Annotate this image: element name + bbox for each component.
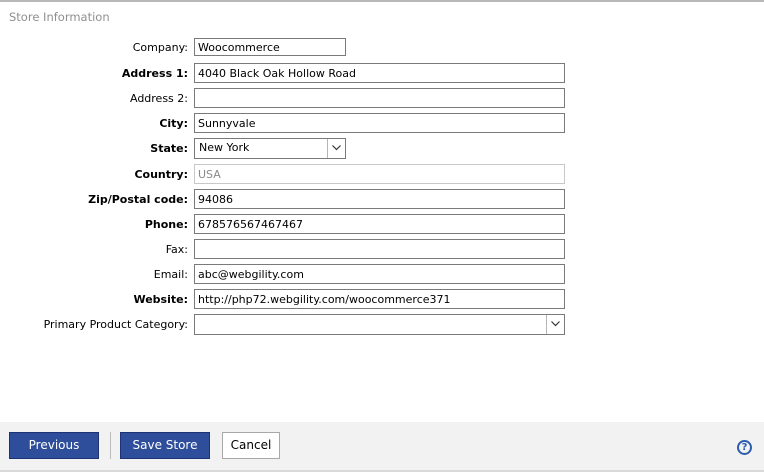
email-label: Email: (153, 268, 188, 281)
address2-input[interactable] (194, 88, 565, 108)
address1-input[interactable] (194, 63, 565, 83)
category-label: Primary Product Category: (43, 318, 188, 331)
address1-label: Address 1: (121, 67, 188, 80)
button-divider (110, 432, 111, 459)
country-input (194, 164, 565, 184)
phone-input[interactable] (194, 214, 565, 234)
top-border (0, 0, 764, 2)
state-select[interactable]: New York (194, 138, 346, 159)
chevron-down-icon (551, 321, 560, 327)
city-label: City: (159, 117, 188, 130)
state-dropdown-button[interactable] (327, 139, 345, 158)
city-input[interactable] (194, 113, 565, 133)
website-label: Website: (133, 293, 188, 306)
cancel-button[interactable]: Cancel (222, 432, 280, 459)
company-input[interactable] (194, 38, 346, 56)
address2-label: Address 2: (129, 92, 188, 105)
zip-input[interactable] (194, 189, 565, 209)
save-store-button[interactable]: Save Store (120, 432, 210, 459)
section-title: Store Information (9, 10, 110, 24)
help-icon[interactable]: ? (737, 440, 752, 455)
phone-label: Phone: (144, 218, 188, 231)
email-input[interactable] (194, 264, 565, 284)
state-label: State: (150, 142, 188, 155)
previous-button[interactable]: Previous (9, 432, 99, 459)
zip-label: Zip/Postal code: (88, 193, 188, 206)
state-select-value: New York (199, 141, 250, 154)
category-dropdown-button[interactable] (546, 315, 564, 334)
company-label: Company: (132, 41, 188, 54)
category-select[interactable] (194, 314, 565, 335)
chevron-down-icon (332, 145, 341, 151)
website-input[interactable] (194, 289, 565, 309)
country-label: Country: (134, 168, 188, 181)
fax-label: Fax: (165, 243, 188, 256)
footer-bar: Previous Save Store Cancel ? (0, 422, 764, 472)
fax-input[interactable] (194, 239, 565, 259)
